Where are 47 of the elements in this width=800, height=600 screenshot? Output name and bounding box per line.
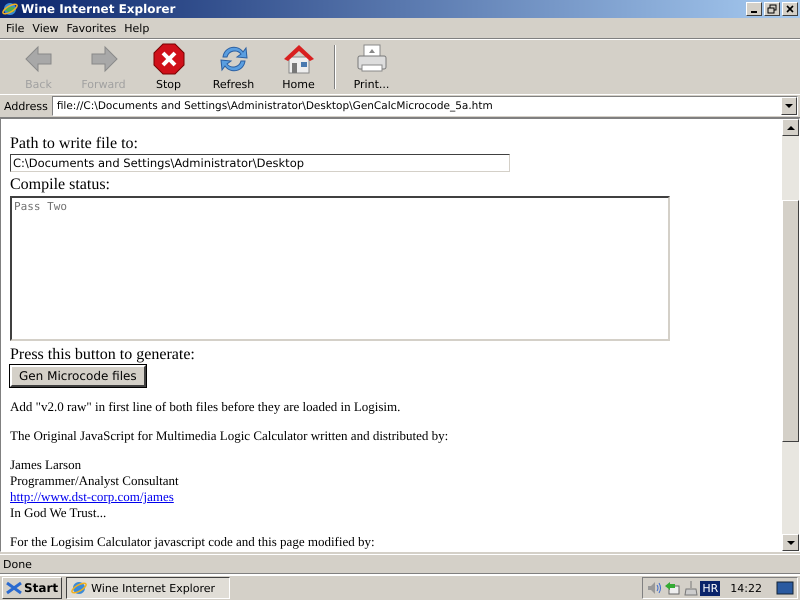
speaker-icon[interactable] bbox=[646, 580, 662, 596]
vertical-scrollbar[interactable] bbox=[782, 119, 799, 551]
close-button[interactable] bbox=[782, 2, 798, 16]
status-bar: Done bbox=[0, 554, 800, 574]
globe-icon bbox=[2, 1, 18, 17]
house-icon bbox=[282, 43, 314, 75]
refresh-button[interactable]: Refresh bbox=[201, 41, 266, 93]
monitor-icon[interactable] bbox=[776, 580, 794, 596]
paragraph: The Original JavaScript for Multimedia Logic Calculator written and distributed by: bbox=[10, 428, 448, 444]
path-input-field[interactable]: C:\Documents and Settings\Administrator\Desktop bbox=[10, 154, 510, 172]
generate-button[interactable]: Gen Microcode files bbox=[10, 365, 146, 387]
paragraph: In God We Trust... bbox=[10, 505, 106, 521]
paragraph: Programmer/Analyst Consultant bbox=[10, 473, 179, 489]
network-icon[interactable] bbox=[664, 580, 680, 596]
home-button[interactable]: Home bbox=[266, 41, 331, 93]
menu-item[interactable]: File bbox=[4, 22, 30, 34]
stop-button[interactable]: Stop bbox=[136, 41, 201, 93]
globe-icon bbox=[71, 580, 88, 596]
left-arrow-icon bbox=[22, 43, 54, 75]
print-button[interactable]: Print... bbox=[339, 41, 404, 93]
taskbar-button[interactable]: Wine Internet Explorer bbox=[66, 577, 230, 599]
status-label: Compile status: bbox=[10, 176, 111, 194]
address-label: Address bbox=[4, 100, 48, 112]
start-button[interactable]: Start bbox=[2, 577, 62, 599]
generate-label: Press this button to generate: bbox=[10, 346, 196, 364]
paragraph: Add "v2.0 raw" in first line of both files before they are loaded in Logisim. bbox=[10, 399, 400, 415]
restore-button[interactable] bbox=[764, 2, 780, 16]
menu-item[interactable]: View bbox=[30, 22, 65, 34]
paragraph: For the Logisim Calculator javascript code and this page modified by: bbox=[10, 534, 375, 550]
minimize-button[interactable] bbox=[746, 2, 762, 16]
window-title: Wine Internet Explorer bbox=[21, 2, 176, 16]
menu-item[interactable]: Help bbox=[122, 22, 156, 34]
minimize-icon bbox=[751, 11, 757, 13]
path-label: Path to write file to: bbox=[10, 135, 139, 153]
paragraph: James Larson bbox=[10, 457, 82, 473]
stop-icon bbox=[152, 43, 184, 75]
close-icon bbox=[785, 4, 795, 14]
clock: 14:22 bbox=[730, 582, 762, 594]
link[interactable]: http://www.dst-corp.com/james bbox=[10, 489, 174, 505]
menu-item[interactable]: Favorites bbox=[64, 22, 122, 34]
broom-icon[interactable] bbox=[682, 580, 698, 596]
scroll-down-icon[interactable] bbox=[786, 540, 794, 544]
restore-icon bbox=[767, 4, 777, 14]
compile-status-field[interactable]: Pass Two bbox=[10, 196, 670, 341]
scroll-up-icon[interactable] bbox=[786, 126, 794, 130]
address-field[interactable]: file://C:\Documents and Settings\Administrator\Desktop\GenCalcMicrocode_5a.htm bbox=[52, 96, 798, 116]
language-indicator[interactable]: HR bbox=[700, 580, 720, 596]
